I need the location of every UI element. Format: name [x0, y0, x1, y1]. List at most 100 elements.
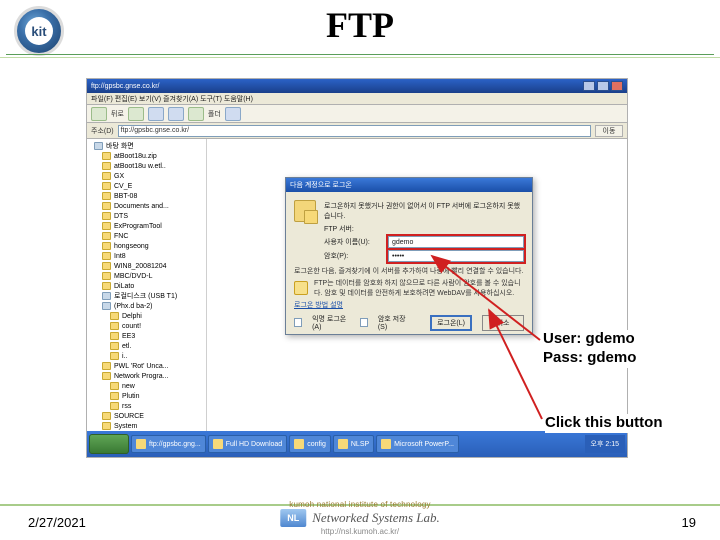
tree-item[interactable]: (Phx.d ba-2) [89, 301, 204, 311]
taskbar-button[interactable]: config [289, 435, 331, 453]
tree-item[interactable]: Int8 [89, 251, 204, 261]
task-icon [381, 439, 391, 449]
lab-name: Networked Systems Lab. [312, 510, 439, 526]
tree-item[interactable]: 바탕 화면 [89, 141, 204, 151]
task-label: config [307, 441, 326, 448]
taskbar-button[interactable]: ftp://gpsbc.gng... [131, 435, 206, 453]
address-label: 주소(D) [91, 126, 114, 136]
folder-tree[interactable]: 바탕 화면atBoot18u.zip atBoot18u w.etl..GXCV_… [87, 139, 207, 431]
cancel-button[interactable]: 취소 [482, 315, 524, 331]
tree-item[interactable]: rss [89, 401, 204, 411]
tree-item[interactable]: DTS [89, 211, 204, 221]
task-label: ftp://gpsbc.gng... [149, 441, 201, 448]
tree-item[interactable]: Documents and... [89, 201, 204, 211]
login-button[interactable]: 로그온(L) [430, 315, 472, 331]
folder-icon [102, 412, 111, 420]
tree-item[interactable]: PWL 'Rot' Unca... [89, 361, 204, 371]
taskbar-button[interactable]: Full HD Download [208, 435, 287, 453]
tree-item[interactable]: GX [89, 171, 204, 181]
folder-icon [94, 142, 103, 150]
window-min-button[interactable] [583, 81, 595, 91]
task-icon [338, 439, 348, 449]
tree-item[interactable]: 로컬디스크 (USB T1) [89, 291, 204, 301]
tree-item-label: SOURCE [114, 413, 144, 420]
tree-item[interactable]: MBC/DVD-L [89, 271, 204, 281]
password-input[interactable]: ••••• [388, 250, 524, 262]
back-button[interactable] [91, 107, 107, 121]
tree-item[interactable]: Delphi [89, 311, 204, 321]
anonymous-checkbox[interactable] [294, 318, 302, 327]
address-go-button[interactable]: 이동 [595, 125, 623, 137]
folder-icon [102, 212, 111, 220]
folder-icon [102, 162, 111, 170]
window-menubar[interactable]: 파일(F) 편집(E) 보기(V) 즐겨찾기(A) 도구(T) 도움말(H) [87, 93, 627, 105]
task-icon [136, 439, 146, 449]
taskbar-button[interactable]: Microsoft PowerP... [376, 435, 459, 453]
tree-item-label: MBC/DVD-L [114, 273, 153, 280]
tree-item[interactable]: atBoot18u.zip [89, 151, 204, 161]
tree-item[interactable]: Plutin [89, 391, 204, 401]
folder-icon [102, 172, 111, 180]
taskbar-button[interactable]: NLSP [333, 435, 374, 453]
views-button[interactable] [225, 107, 241, 121]
save-password-checkbox[interactable] [360, 318, 368, 327]
taskbar: ftp://gpsbc.gng... Full HD Download config… [87, 431, 627, 457]
tree-item[interactable]: CV_E [89, 181, 204, 191]
address-go-label: 이동 [603, 126, 616, 136]
task-label: Microsoft PowerP... [394, 441, 454, 448]
pass-value: gdemo [587, 349, 636, 366]
footer-page-number: 19 [682, 515, 696, 530]
folder-icon [110, 342, 119, 350]
folder-icon [102, 372, 111, 380]
title-rule-1 [6, 54, 714, 55]
slide-title: FTP [326, 4, 394, 46]
username-input[interactable]: gdemo [388, 236, 524, 248]
tree-item[interactable]: BBT-08 [89, 191, 204, 201]
tree-item-label: Network Progra... [114, 373, 168, 380]
window-title: ftp://gpsbc.gnse.co.kr/ [91, 83, 159, 90]
up-button[interactable] [148, 107, 164, 121]
password-label: 암호(P): [324, 251, 384, 261]
forward-button[interactable] [128, 107, 144, 121]
user-value: gdemo [586, 330, 635, 347]
tree-item-label: count! [122, 323, 141, 330]
tree-item[interactable]: Network Progra... [89, 371, 204, 381]
folder-icon [102, 232, 111, 240]
tree-item[interactable]: hongseong [89, 241, 204, 251]
tree-item[interactable]: count! [89, 321, 204, 331]
tree-item-label: atBoot18u w.etl.. [114, 163, 166, 170]
folder-icon [102, 282, 111, 290]
tree-item[interactable]: SOURCE [89, 411, 204, 421]
tree-item[interactable]: WIN8_20081204 [89, 261, 204, 271]
tree-item[interactable]: FNC [89, 231, 204, 241]
kit-logo: kit [14, 6, 64, 56]
tree-item-label: 로컬디스크 (USB T1) [114, 291, 177, 301]
cancel-button-label: 취소 [497, 318, 510, 328]
search-button[interactable] [168, 107, 184, 121]
folders-button[interactable] [188, 107, 204, 121]
tree-item[interactable]: new [89, 381, 204, 391]
tree-item[interactable]: i.. [89, 351, 204, 361]
folder-icon [102, 272, 111, 280]
dialog-warn: FTP는 데이터를 암호화 하지 않으므로 다른 사람이 암호를 볼 수 있습니… [314, 278, 524, 298]
tree-item[interactable]: DiLato [89, 281, 204, 291]
server-label: FTP 서버: [324, 224, 384, 234]
tree-item[interactable]: atBoot18u w.etl.. [89, 161, 204, 171]
footer-center: kumoh national institute of technology N… [280, 500, 439, 536]
system-tray[interactable]: 오후 2:15 [585, 435, 625, 453]
password-value: ••••• [392, 253, 404, 260]
tree-item-label: (Phx.d ba-2) [114, 303, 153, 310]
tree-item-label: Plutin [122, 393, 140, 400]
window-close-button[interactable] [611, 81, 623, 91]
folder-icon [102, 222, 111, 230]
address-input[interactable]: ftp://gpsbc.gnse.co.kr/ [118, 125, 591, 137]
tree-item[interactable]: System [89, 421, 204, 431]
tree-item-label: DTS [114, 213, 128, 220]
window-max-button[interactable] [597, 81, 609, 91]
folders-label: 폴더 [208, 109, 221, 119]
learn-more-link[interactable]: 로그온 방법 설명 [294, 300, 343, 310]
start-button[interactable] [89, 434, 129, 454]
tree-item[interactable]: ExProgramTool [89, 221, 204, 231]
tree-item[interactable]: EE3 [89, 331, 204, 341]
tree-item[interactable]: etl. [89, 341, 204, 351]
